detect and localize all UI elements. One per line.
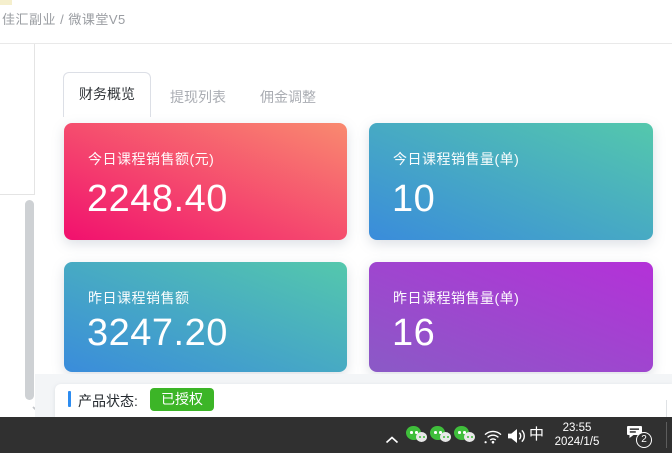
ime-indicator[interactable]: 中 bbox=[529, 426, 544, 444]
top-breadcrumb-bar: 佳汇副业 / 微课堂V5 bbox=[0, 0, 672, 43]
card-today-sales-amount: 今日课程销售额(元) 2248.40 bbox=[64, 123, 347, 240]
taskbar-time: 23:55 bbox=[545, 421, 609, 435]
screen: 佳汇副业 / 微课堂V5 财务概览 提现列表 佣金调整 今日课程销售额(元) 2… bbox=[0, 0, 672, 453]
card-label: 昨日课程销售额 bbox=[88, 288, 190, 308]
breadcrumb-separator: / bbox=[56, 12, 68, 27]
action-center-icon[interactable]: 2 bbox=[626, 425, 652, 447]
wifi-icon[interactable] bbox=[483, 429, 503, 449]
wechat-icon[interactable] bbox=[430, 426, 456, 445]
tab-finance-overview[interactable]: 财务概览 bbox=[63, 72, 151, 117]
taskbar-clock[interactable]: 23:55 2024/1/5 bbox=[545, 421, 609, 449]
header-divider bbox=[0, 43, 672, 44]
tab-commission-adjust[interactable]: 佣金调整 bbox=[260, 87, 316, 107]
card-value: 2248.40 bbox=[87, 178, 228, 221]
wechat-small-bubble bbox=[416, 432, 427, 442]
taskbar-divider bbox=[666, 422, 667, 448]
product-status-label: 产品状态: bbox=[78, 391, 138, 411]
card-yesterday-sales-amount: 昨日课程销售额 3247.20 bbox=[64, 262, 347, 372]
tab-withdrawal-list[interactable]: 提现列表 bbox=[170, 87, 226, 107]
windows-taskbar: 中 23:55 2024/1/5 2 bbox=[0, 417, 672, 453]
left-pane-bottom-border bbox=[0, 194, 35, 195]
left-scrollbar-thumb[interactable] bbox=[25, 200, 34, 400]
status-accent-bar bbox=[68, 391, 71, 407]
wechat-icon[interactable] bbox=[454, 426, 480, 445]
tray-chevron-up-icon[interactable] bbox=[385, 431, 399, 449]
card-label: 今日课程销售额(元) bbox=[88, 149, 214, 169]
breadcrumb: 佳汇副业 / 微课堂V5 bbox=[2, 9, 126, 28]
volume-icon[interactable] bbox=[507, 428, 527, 449]
corner-fragment bbox=[0, 0, 12, 5]
card-value: 10 bbox=[392, 178, 435, 221]
wechat-small-bubble bbox=[440, 432, 451, 442]
breadcrumb-item-page[interactable]: 微课堂V5 bbox=[68, 12, 125, 27]
wechat-small-bubble bbox=[464, 432, 475, 442]
taskbar-date: 2024/1/5 bbox=[545, 435, 609, 449]
product-status-panel: 产品状态: 已授权 bbox=[55, 384, 672, 417]
breadcrumb-item-app[interactable]: 佳汇副业 bbox=[2, 12, 56, 27]
card-label: 今日课程销售量(单) bbox=[393, 149, 519, 169]
authorized-badge: 已授权 bbox=[150, 388, 214, 411]
wechat-icon[interactable] bbox=[406, 426, 432, 445]
card-yesterday-sales-count: 昨日课程销售量(单) 16 bbox=[369, 262, 653, 372]
left-pane-border bbox=[34, 44, 35, 194]
card-value: 3247.20 bbox=[87, 312, 228, 355]
card-value: 16 bbox=[392, 312, 435, 355]
card-today-sales-count: 今日课程销售量(单) 10 bbox=[369, 123, 653, 240]
notification-count-badge: 2 bbox=[636, 432, 652, 448]
card-label: 昨日课程销售量(单) bbox=[393, 288, 519, 308]
bottom-right-scrollbar bbox=[666, 400, 667, 417]
